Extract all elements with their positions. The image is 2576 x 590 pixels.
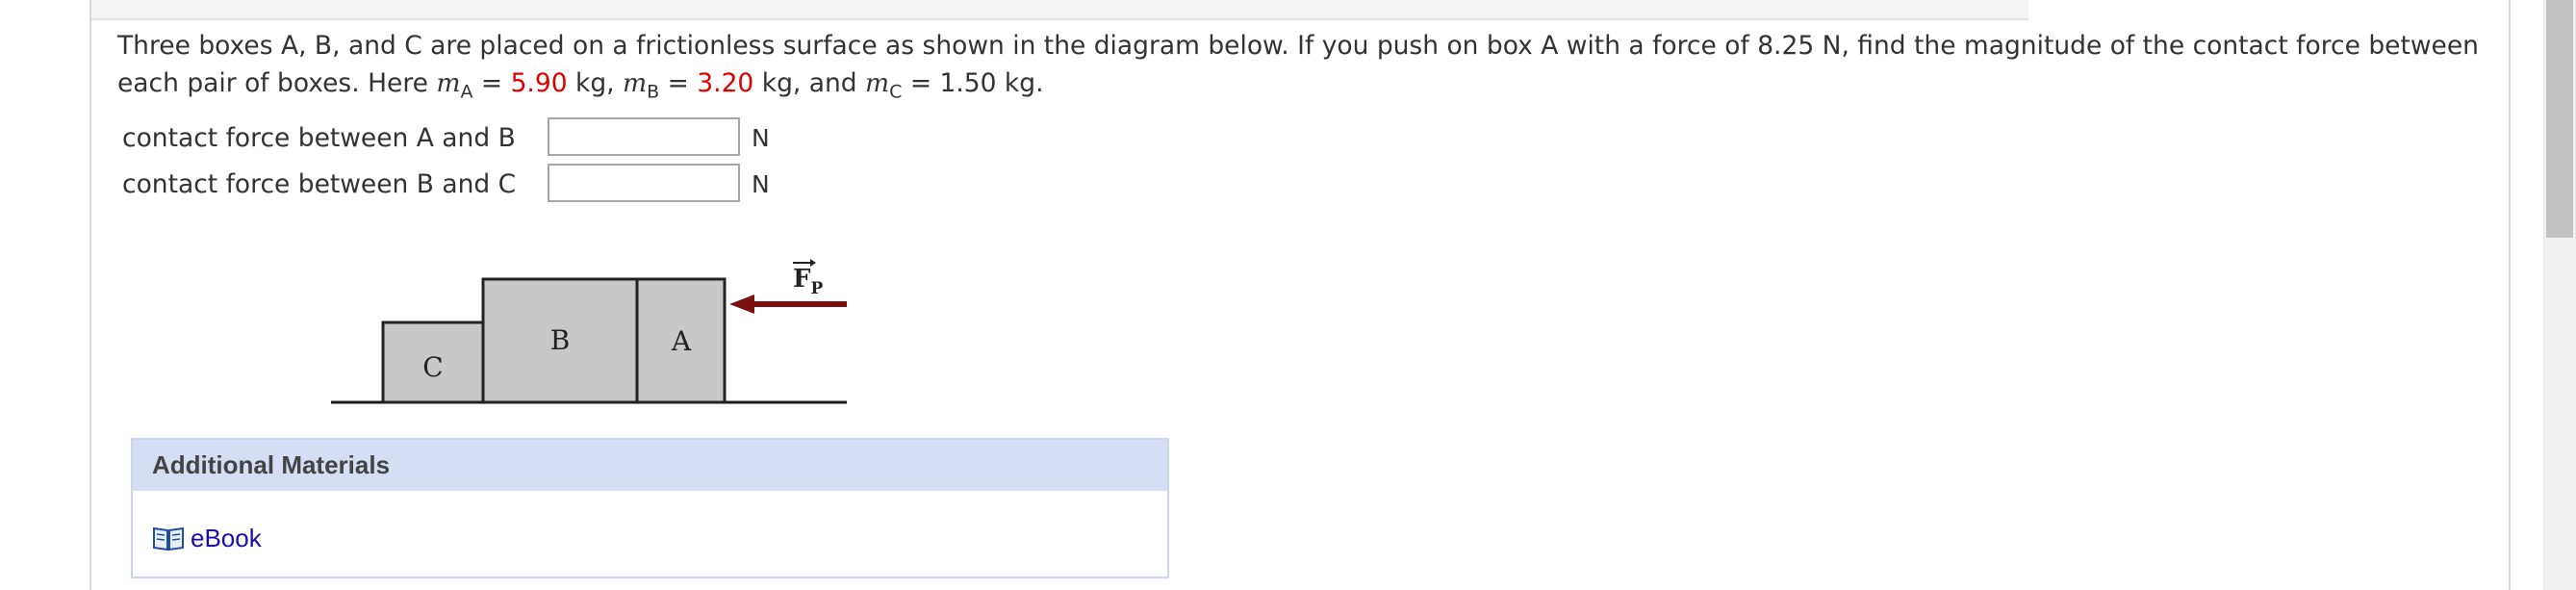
additional-materials-title: Additional Materials [133, 440, 1167, 491]
force-symbol: F [793, 265, 811, 294]
ebook-label[interactable]: eBook [191, 524, 262, 553]
answer-unit-ab: N [752, 124, 770, 152]
mass-c-subscript: C [889, 81, 903, 103]
mass-b-subscript: B [647, 81, 660, 103]
mass-b-symbol: m [623, 68, 648, 98]
question-text: Three boxes A, B, and C are placed on a … [117, 27, 2485, 102]
equals-sign: = [472, 68, 511, 98]
force-label: FP [793, 265, 823, 298]
additional-materials-panel: Additional Materials eBook [131, 438, 1169, 578]
answer-input-ab[interactable] [548, 117, 740, 156]
mass-a-subscript: A [460, 81, 473, 103]
boxes-diagram: C B A FP [331, 259, 847, 404]
answer-label-bc: contact force between B and C [122, 169, 517, 199]
box-c-label: C [422, 351, 443, 383]
vector-arrowhead-icon [810, 259, 816, 267]
answer-row-ab: contact force between A and B N [122, 117, 815, 160]
mass-b-unit: kg, and [753, 68, 866, 98]
force-subscript: P [810, 279, 823, 298]
mass-a-symbol: m [436, 68, 461, 98]
answer-input-bc[interactable] [548, 164, 740, 202]
mass-a-value: 5.90 [510, 68, 568, 98]
answer-unit-bc: N [752, 170, 770, 198]
box-b-label: B [550, 324, 571, 356]
mass-a-unit: kg, [567, 68, 624, 98]
mass-c-value: = 1.50 kg. [902, 68, 1044, 98]
answer-row-bc: contact force between B and C N [122, 164, 815, 206]
box-a-label: A [671, 325, 692, 357]
ebook-link[interactable]: eBook [152, 522, 262, 554]
answer-label-ab: contact force between A and B [122, 123, 516, 153]
equals-sign: = [659, 68, 698, 98]
mass-c-symbol: m [865, 68, 890, 98]
scrollbar-thumb[interactable] [2546, 0, 2573, 238]
mass-b-value: 3.20 [697, 68, 754, 98]
book-icon [153, 526, 184, 552]
force-arrow-head [729, 295, 754, 314]
